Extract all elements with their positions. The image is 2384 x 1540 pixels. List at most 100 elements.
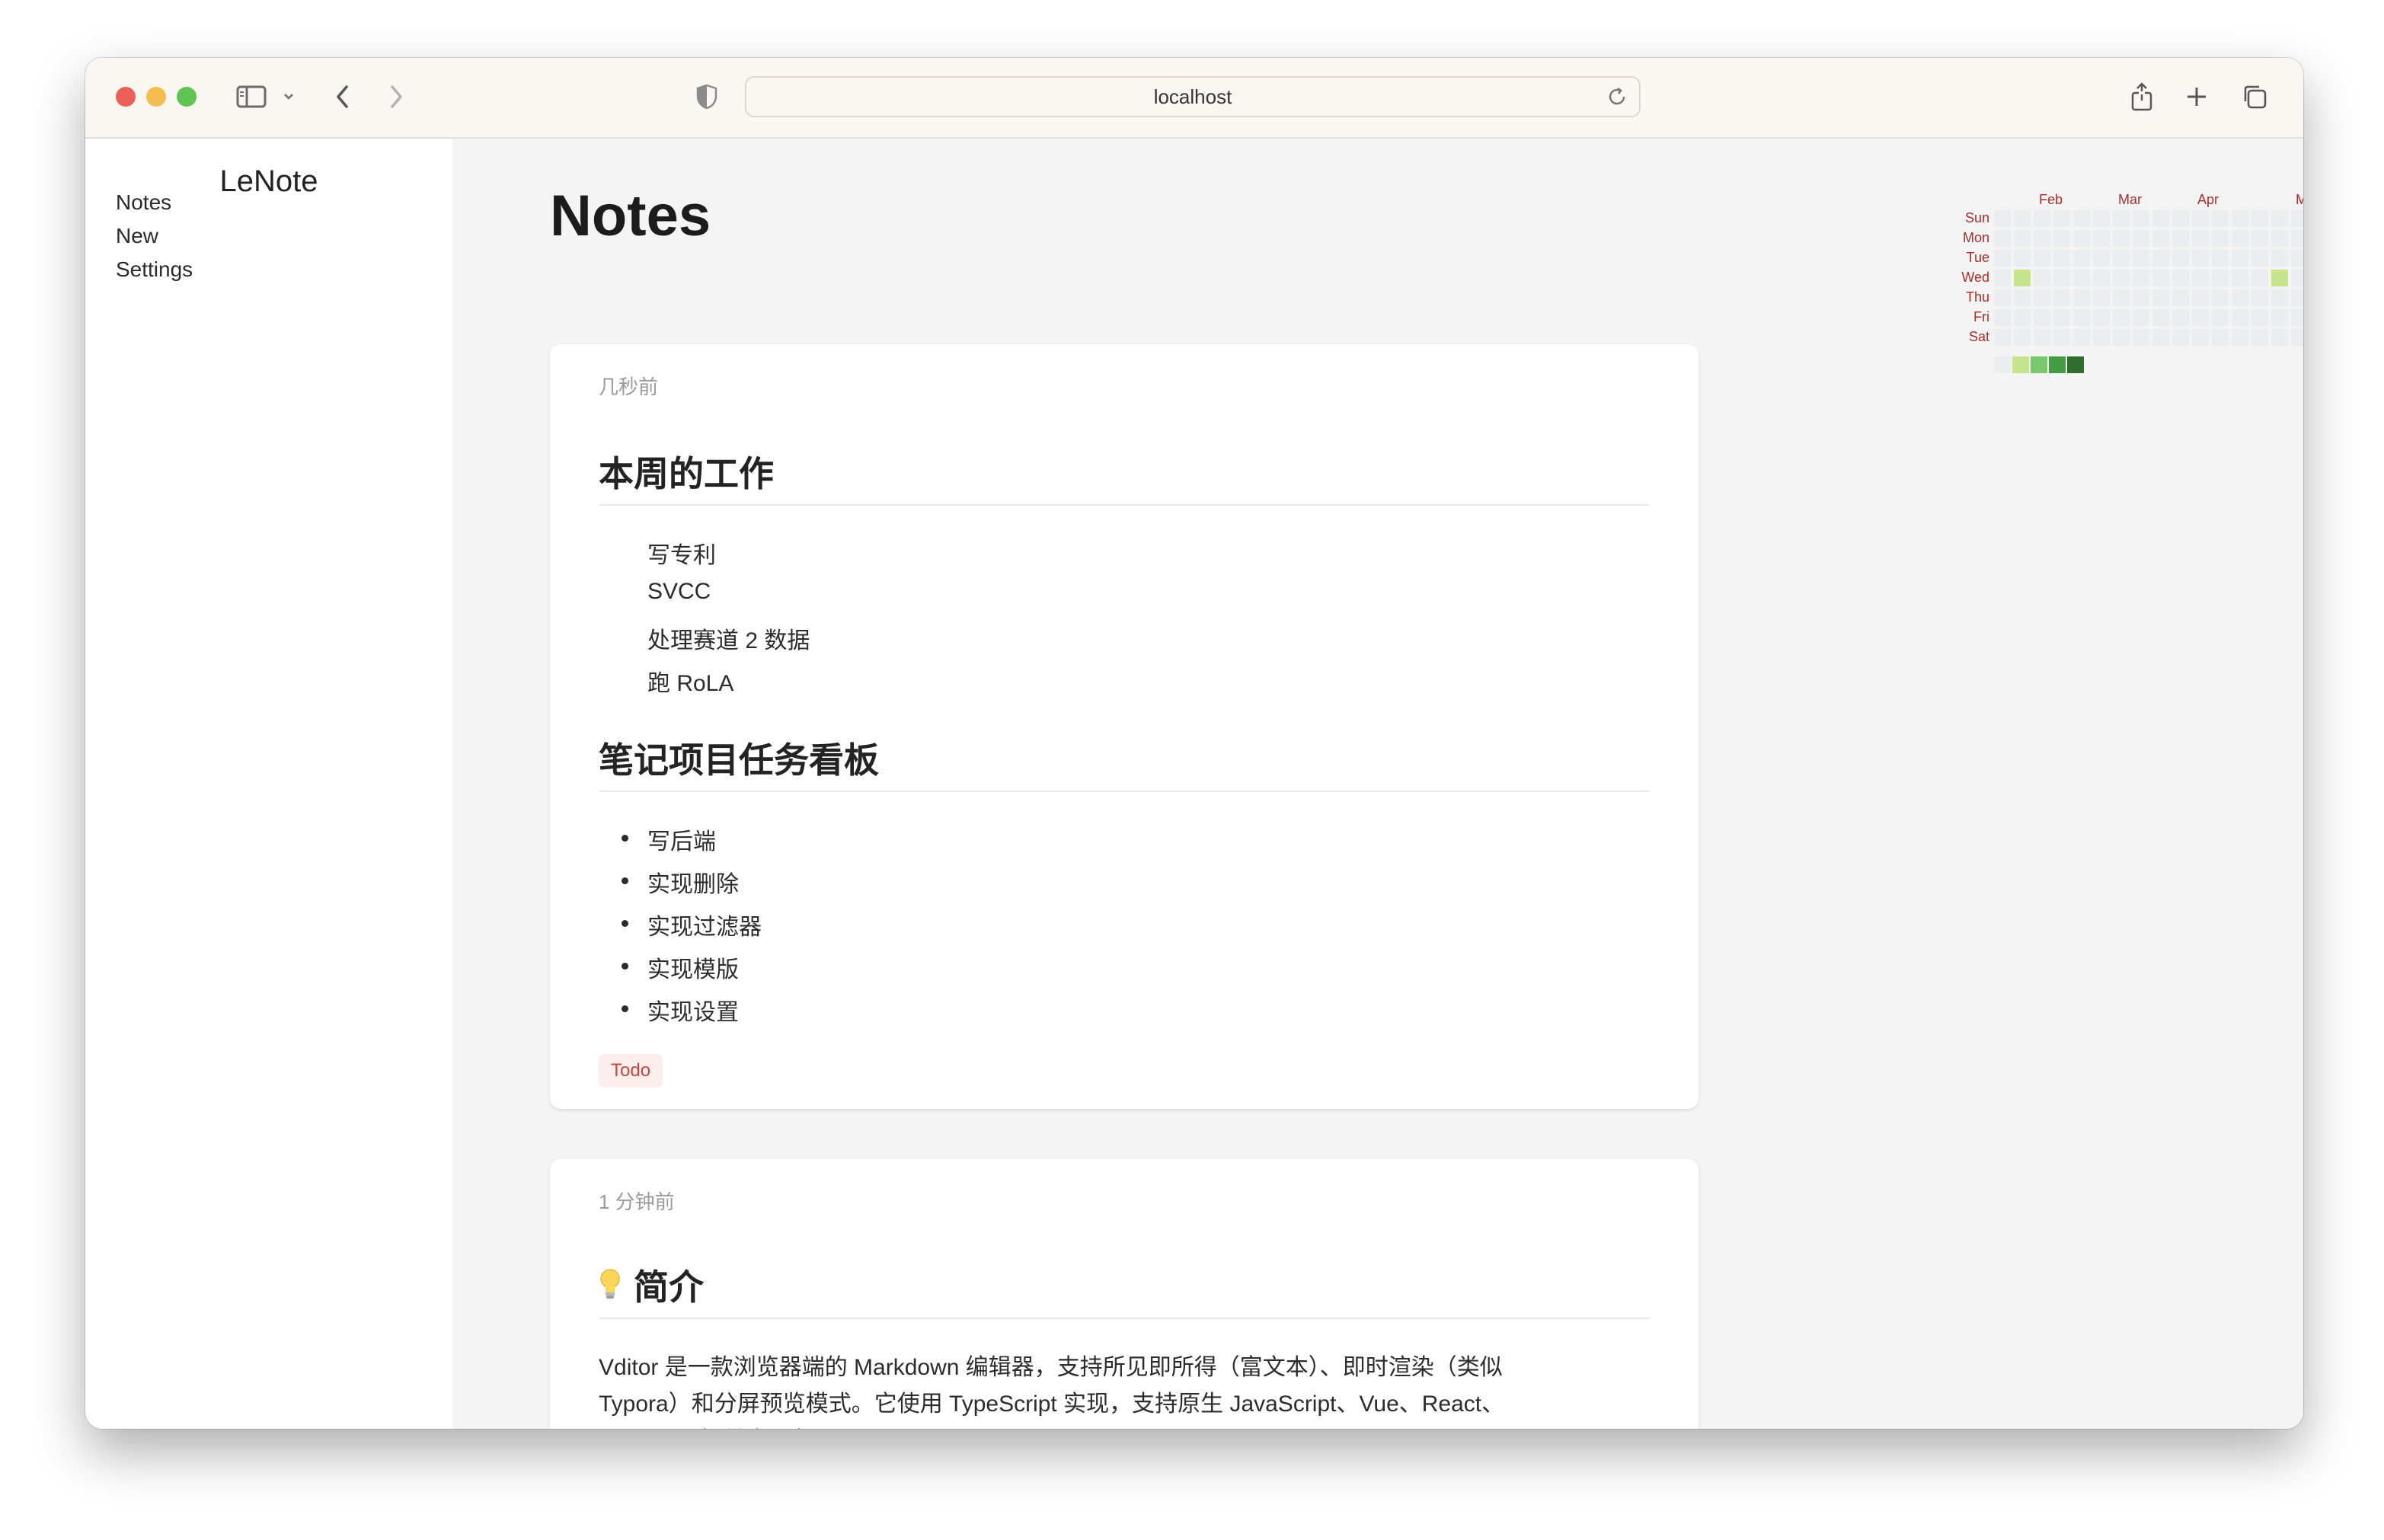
heatmap-cell[interactable] [2113,309,2130,326]
note-card[interactable]: 1 分钟前 简介 Vditor 是一款浏览器端的 Markdown 编辑器，支持… [550,1159,1699,1429]
heatmap-cell[interactable] [2113,289,2130,306]
heatmap-cell[interactable] [2093,210,2110,227]
heatmap-cell[interactable] [1994,210,2011,227]
heatmap-cell[interactable] [2251,230,2268,247]
heatmap-cell[interactable] [2113,270,2130,286]
heatmap-cell[interactable] [1994,329,2011,346]
tag-badge[interactable]: Todo [599,1054,663,1088]
heatmap-cell[interactable] [2291,289,2303,306]
heatmap-cell[interactable] [2093,329,2110,346]
heatmap-cell[interactable] [2053,309,2070,326]
heatmap-cell[interactable] [2271,230,2288,247]
heatmap-cell[interactable] [2034,289,2050,306]
heatmap-cell[interactable] [2034,270,2050,286]
heatmap-cell[interactable] [2113,329,2130,346]
heatmap-cell[interactable] [2232,210,2248,227]
heatmap-cell[interactable] [2251,329,2268,346]
heatmap-cell[interactable] [2133,230,2149,247]
heatmap-cell[interactable] [2014,250,2031,267]
heatmap-cell[interactable] [2291,309,2303,326]
heatmap-cell[interactable] [2093,309,2110,326]
heatmap-cell[interactable] [2053,230,2070,247]
heatmap-cell[interactable] [2133,309,2149,326]
heatmap-cell[interactable] [2232,289,2248,306]
heatmap-cell[interactable] [2133,329,2149,346]
heatmap-cell[interactable] [2291,210,2303,227]
heatmap-cell[interactable] [2251,270,2268,286]
tab-overview-icon[interactable] [2238,78,2271,116]
heatmap-cell[interactable] [2034,210,2050,227]
heatmap-cell[interactable] [2133,270,2149,286]
heatmap-cell[interactable] [2251,309,2268,326]
heatmap-cell[interactable] [2113,250,2130,267]
heatmap-cell[interactable] [2093,250,2110,267]
heatmap-cell[interactable] [2172,329,2189,346]
heatmap-cell[interactable] [1994,250,2011,267]
heatmap-cell[interactable] [2232,329,2248,346]
heatmap-cell[interactable] [2212,289,2229,306]
heatmap-cell[interactable] [2212,210,2229,227]
heatmap-cell[interactable] [2172,210,2189,227]
heatmap-cell[interactable] [2192,250,2209,267]
heatmap-cell[interactable] [2034,230,2050,247]
heatmap-cell[interactable] [2251,289,2268,306]
heatmap-cell[interactable] [1994,270,2011,286]
heatmap-cell[interactable] [2014,289,2031,306]
heatmap-cell[interactable] [2172,289,2189,306]
heatmap-cell[interactable] [2192,309,2209,326]
heatmap-cell[interactable] [2034,250,2050,267]
sidebar-item-new[interactable]: New [116,224,158,248]
heatmap-cell[interactable] [2271,289,2288,306]
heatmap-cell[interactable] [2073,230,2090,247]
heatmap-cell[interactable] [2212,270,2229,286]
privacy-shield-icon[interactable] [693,78,721,116]
heatmap-cell[interactable] [2251,250,2268,267]
back-arrow-icon[interactable] [329,78,356,116]
heatmap-cell[interactable] [2073,270,2090,286]
heatmap-cell[interactable] [2271,309,2288,326]
heatmap-cell[interactable] [2053,289,2070,306]
url-text[interactable]: localhost [746,78,1639,116]
heatmap-cell[interactable] [2073,289,2090,306]
heatmap-cell[interactable] [2152,230,2169,247]
heatmap-cell[interactable] [2073,329,2090,346]
heatmap-cell[interactable] [2271,210,2288,227]
heatmap-cell[interactable] [2014,329,2031,346]
heatmap-cell[interactable] [2014,309,2031,326]
heatmap-cell[interactable] [1994,230,2011,247]
heatmap-cell[interactable] [1994,289,2011,306]
heatmap-cell[interactable] [2152,309,2169,326]
heatmap-cell[interactable] [2034,309,2050,326]
heatmap-cell[interactable] [2192,230,2209,247]
sidebar-item-notes[interactable]: Notes [116,190,171,215]
heatmap-cell[interactable] [2192,270,2209,286]
heatmap-cell[interactable] [2172,309,2189,326]
heatmap-cell[interactable] [2093,230,2110,247]
heatmap-cell[interactable] [2212,329,2229,346]
minimize-window-button[interactable] [146,87,166,107]
heatmap-cell[interactable] [2133,250,2149,267]
heatmap-cell[interactable] [2232,230,2248,247]
heatmap-cell[interactable] [2014,270,2031,286]
heatmap-cell[interactable] [2291,329,2303,346]
heatmap-cell[interactable] [2073,250,2090,267]
heatmap-cell[interactable] [2271,250,2288,267]
heatmap-cell[interactable] [2192,329,2209,346]
sidebar-toggle-icon[interactable] [232,78,271,116]
heatmap-cell[interactable] [2172,270,2189,286]
note-card[interactable]: 几秒前 本周的工作 写专利 SVCC 处理赛道 2 数据 跑 RoLA 笔记项目… [550,344,1699,1109]
heatmap-cell[interactable] [2172,250,2189,267]
heatmap-cell[interactable] [2192,289,2209,306]
chevron-down-icon[interactable] [279,78,299,116]
heatmap-cell[interactable] [2073,309,2090,326]
heatmap-cell[interactable] [2152,210,2169,227]
heatmap-cell[interactable] [2152,250,2169,267]
heatmap-cell[interactable] [2093,270,2110,286]
heatmap-cell[interactable] [1994,309,2011,326]
heatmap-cell[interactable] [2271,329,2288,346]
heatmap-cell[interactable] [2093,289,2110,306]
heatmap-cell[interactable] [2053,210,2070,227]
heatmap-cell[interactable] [2113,230,2130,247]
heatmap-cell[interactable] [2251,210,2268,227]
plus-icon[interactable] [2181,78,2212,116]
